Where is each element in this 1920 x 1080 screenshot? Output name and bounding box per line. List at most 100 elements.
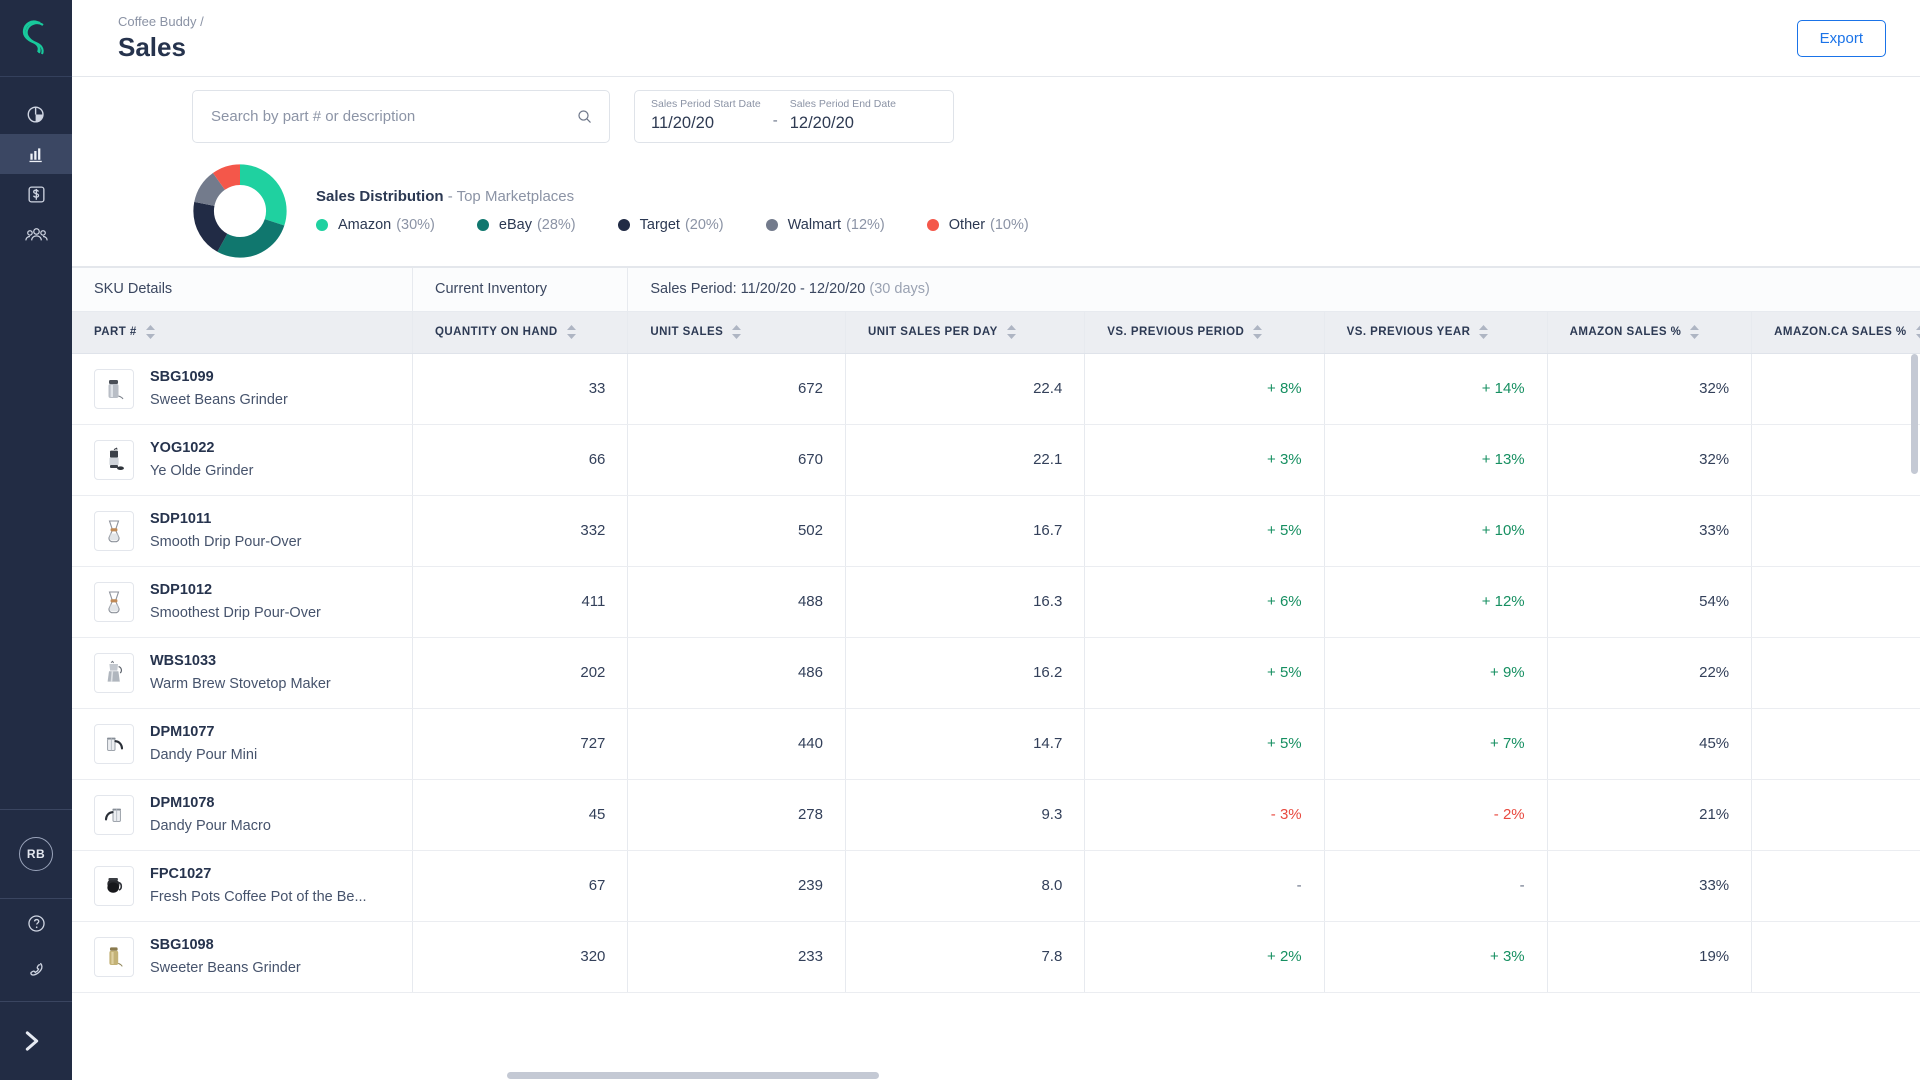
sort-arrows-icon[interactable] [1690,325,1700,339]
sort-arrows-icon[interactable] [732,325,742,339]
start-date-field[interactable]: Sales Period Start Date 11/20/20 [651,97,761,134]
contact-button[interactable] [26,959,47,985]
cell-amazon-sales-pct: 32% [1547,424,1753,496]
sort-arrows-icon[interactable] [1253,325,1263,339]
column-header-amazon-sales[interactable]: AMAZON SALES % [1547,311,1753,354]
column-header-vs-previous-period[interactable]: VS. PREVIOUS PERIOD [1084,311,1325,354]
column-header-unit-sales[interactable]: UNIT SALES [627,311,846,354]
product-description: Warm Brew Stovetop Maker [150,675,331,692]
cell-sku-details[interactable]: DPM1078 Dandy Pour Macro [72,779,413,851]
column-header-label: UNIT SALES PER DAY [867,326,998,338]
sidebar-item-sales[interactable] [0,134,72,174]
part-number: DPM1077 [150,724,215,741]
export-button[interactable]: Export [1796,19,1886,57]
sidebar-item-dashboard[interactable] [0,94,72,134]
table-row[interactable]: DPM1077 Dandy Pour Mini 727 440 14.7 + 5% + 7%… [72,708,1920,780]
cell-amazon-ca-sales-pct: 3% [1751,424,1920,496]
search-icon[interactable] [576,108,593,125]
product-description: Sweeter Beans Grinder [150,959,301,976]
search-box[interactable] [192,89,610,143]
end-date-field[interactable]: Sales Period End Date 12/20/20 [790,97,896,134]
cell-sku-details[interactable]: YOG1022 Ye Olde Grinder [72,424,413,496]
cell-amazon-sales-pct: 45% [1547,708,1753,780]
cell-sku-details[interactable]: FPC1027 Fresh Pots Coffee Pot of the Be..… [72,850,413,922]
column-header-part[interactable]: PART # [72,311,413,354]
table-row[interactable]: WBS1033 Warm Brew Stovetop Maker 202 486 16.… [72,637,1920,709]
sort-arrows-icon[interactable] [1006,325,1016,339]
cell-amazon-sales-pct: 33% [1547,850,1753,922]
donut-chart-svg [193,163,287,258]
table-row[interactable]: SDP1012 Smoothest Drip Pour-Over 411 488 16.… [72,566,1920,638]
table-row[interactable]: YOG1022 Ye Olde Grinder 66 670 22.1 + 3% + 13%… [72,424,1920,496]
user-avatar-cell[interactable]: RB [0,810,72,898]
sort-arrows-icon[interactable] [1915,325,1920,339]
cell-vs-previous-year: - 2% [1324,779,1548,851]
page-title: Sales [118,31,186,62]
start-date-label: Sales Period Start Date [651,98,761,111]
product-description: Dandy Pour Macro [150,817,271,834]
legend-item-target[interactable]: Target (20%) [617,217,724,233]
table-row[interactable]: DPM1078 Dandy Pour Macro 45 278 9.3- 3% - 2% 2… [72,779,1920,851]
cell-unit-sales: 502 [627,495,846,567]
group-header-sku: SKU Details [72,268,413,312]
end-date-value[interactable]: 12/20/20 [790,113,896,134]
sales-table-body: SBG1099 Sweet Beans Grinder 33 672 22.4 + 8% +… [72,353,1920,993]
sales-table-scroll[interactable]: SKU Details Current Inventory Sales Peri… [72,267,1920,1080]
column-header-vs-previous-year[interactable]: VS. PREVIOUS YEAR [1324,311,1548,354]
column-header-label: AMAZON SALES % [1569,326,1682,338]
cell-vs-previous-period: + 5% [1084,708,1325,780]
product-description: Fresh Pots Coffee Pot of the Be... [150,888,367,905]
cell-unit-sales-per-day: 14.7 [845,708,1086,780]
end-date-label: Sales Period End Date [789,98,896,111]
table-row[interactable]: SBG1098 Sweeter Beans Grinder 320 233 7.8 + 2… [72,921,1920,993]
date-range-picker[interactable]: Sales Period Start Date 11/20/20 - Sales… [634,89,954,143]
cell-unit-sales: 278 [627,779,846,851]
chevron-right-icon [25,1031,39,1051]
product-thumbnail-pour-kettle-l [94,794,134,835]
legend-item-other[interactable]: Other (10%) [926,217,1029,233]
sort-arrows-icon[interactable] [145,325,155,339]
column-header-quantity-on-hand[interactable]: QUANTITY ON HAND [412,311,629,354]
cell-quantity-on-hand: 66 [412,424,629,496]
search-input[interactable] [211,107,576,125]
legend-item-ebay[interactable]: eBay (28%) [476,217,576,233]
cell-sku-details[interactable]: SDP1012 Smoothest Drip Pour-Over [72,566,413,638]
part-number: YOG1022 [150,440,215,457]
sidebar-item-finance[interactable] [0,174,72,214]
breadcrumb[interactable]: Coffee Buddy / [118,13,204,31]
part-number: SDP1012 [150,582,213,599]
column-header-label: UNIT SALES [650,326,724,338]
group-header-sales-period: Sales Period: 11/20/20 - 12/20/20 (30 da… [627,268,1920,312]
product-thumbnail-carafe [94,865,134,906]
column-header-unit-sales-per-day[interactable]: UNIT SALES PER DAY [845,311,1086,354]
table-row[interactable]: SBG1099 Sweet Beans Grinder 33 672 22.4 + 8% +… [72,353,1920,425]
column-header-label: VS. PREVIOUS PERIOD [1107,326,1245,338]
app-logo[interactable] [0,0,72,77]
cell-amazon-ca-sales-pct: 2% [1751,637,1920,709]
legend-item-amazon[interactable]: Amazon (30%) [316,217,435,233]
start-date-value[interactable]: 11/20/20 [651,113,761,134]
cell-sku-details[interactable]: WBS1033 Warm Brew Stovetop Maker [72,637,413,709]
table-row[interactable]: SDP1011 Smooth Drip Pour-Over 332 502 16.7 + … [72,495,1920,567]
cell-sku-details[interactable]: SDP1011 Smooth Drip Pour-Over [72,495,413,567]
cell-sku-details[interactable]: SBG1099 Sweet Beans Grinder [72,353,413,425]
table-row[interactable]: FPC1027 Fresh Pots Coffee Pot of the Be..… [72,850,1920,922]
sort-arrows-icon[interactable] [566,325,576,339]
help-button[interactable] [26,913,47,939]
sidebar-expand-button[interactable] [0,1002,72,1080]
cell-vs-previous-year: + 9% [1324,637,1548,709]
column-header-amazon-ca-sales[interactable]: AMAZON.CA SALES % [1751,311,1920,354]
cell-amazon-ca-sales-pct: 2% [1751,566,1920,638]
horizontal-scrollbar[interactable] [72,1071,1920,1080]
pie-chart-icon [27,105,44,123]
legend-label: Other [948,217,986,233]
cell-sku-details[interactable]: DPM1077 Dandy Pour Mini [72,708,413,780]
cell-unit-sales: 670 [627,424,846,496]
legend-item-walmart[interactable]: Walmart (12%) [765,217,885,233]
sales-table-head: SKU Details Current Inventory Sales Peri… [72,268,1920,354]
sidebar-item-customers[interactable] [0,214,72,254]
horizontal-scrollbar-thumb[interactable] [507,1072,879,1079]
cell-sku-details[interactable]: SBG1098 Sweeter Beans Grinder [72,921,413,993]
cell-quantity-on-hand: 332 [412,495,629,567]
sort-arrows-icon[interactable] [1479,325,1489,339]
